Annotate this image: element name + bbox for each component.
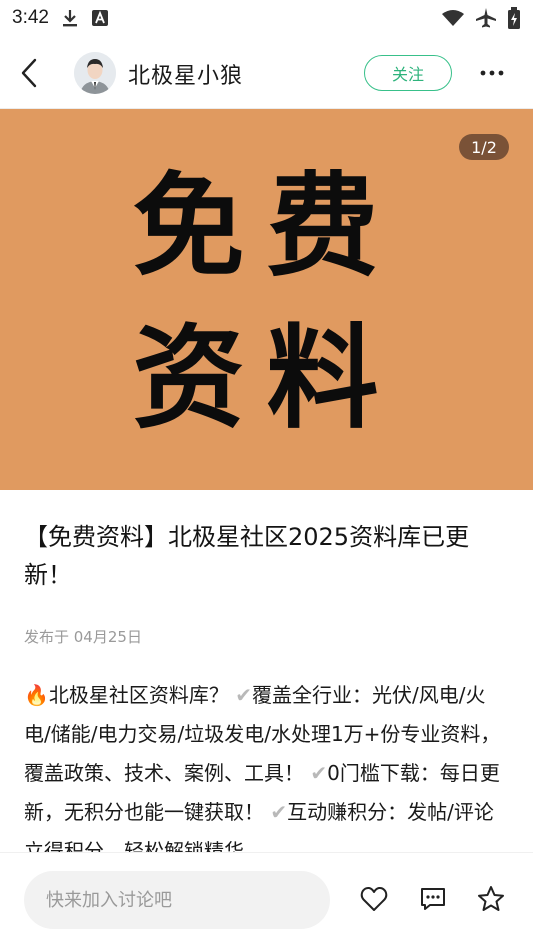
wifi-icon <box>441 9 465 27</box>
star-icon <box>478 886 504 911</box>
banner-text-line-2: 资料 <box>132 314 401 444</box>
avatar[interactable] <box>74 52 116 94</box>
status-right <box>441 7 521 29</box>
heart-icon <box>360 886 388 911</box>
status-left: 3:42 <box>12 7 109 29</box>
follow-button[interactable]: 关注 <box>364 55 452 91</box>
avatar-person-icon <box>74 52 116 94</box>
post-image-carousel[interactable]: 免费 资料 <box>0 109 533 490</box>
bottom-action-bar <box>0 852 533 948</box>
back-arrow-icon <box>21 58 37 88</box>
check-mark-icon: ✔ <box>235 683 253 707</box>
download-icon <box>61 8 79 28</box>
banner-text-line-1: 免费 <box>132 162 401 292</box>
back-button[interactable] <box>14 56 44 90</box>
post-date: 发布于 04月25日 <box>24 628 142 646</box>
airplane-icon <box>475 7 497 29</box>
check-mark-icon: ✔ <box>270 800 288 824</box>
more-dots-icon <box>480 70 504 76</box>
comment-input[interactable] <box>24 871 330 929</box>
comment-icon <box>421 888 445 910</box>
fire-emoji-icon: 🔥 <box>24 683 49 707</box>
favorite-button[interactable] <box>475 883 507 915</box>
body-text-1: 北极星社区资料库？ <box>48 683 229 707</box>
status-bar: 3:42 <box>0 0 533 36</box>
check-mark-icon: ✔ <box>310 761 328 785</box>
post-header: 北极星小狼 关注 <box>0 36 533 109</box>
comment-button[interactable] <box>417 883 449 915</box>
text-a-icon <box>91 9 109 27</box>
status-time: 3:42 <box>12 7 49 28</box>
like-button[interactable] <box>358 883 390 915</box>
author-name[interactable]: 北极星小狼 <box>128 58 243 90</box>
post-body: 🔥北极星社区资料库？ ✔覆盖全行业：光伏/风电/火电/储能/电力交易/垃圾发电/… <box>24 676 512 852</box>
more-options-button[interactable] <box>478 58 506 88</box>
image-page-indicator: 1/2 <box>459 134 509 160</box>
post-title: 【免费资料】北极星社区2025资料库已更新！ <box>24 523 470 589</box>
battery-icon <box>507 7 521 29</box>
